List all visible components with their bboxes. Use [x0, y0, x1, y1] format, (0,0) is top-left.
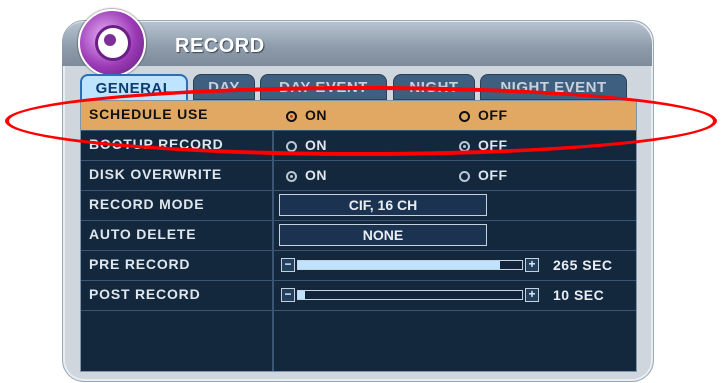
disk-overwrite-on-option[interactable]: ON: [286, 167, 327, 183]
post-record-value: 10 SEC: [553, 287, 605, 303]
radio-unselected-icon: [459, 171, 470, 182]
tab-day-event[interactable]: DAY EVENT: [260, 74, 387, 100]
post-record-fill: [298, 291, 305, 299]
schedule-use-off-option[interactable]: OFF: [459, 107, 508, 123]
row-record-mode: RECORD MODE CIF, 16 CH: [81, 191, 636, 221]
radio-selected-icon: [286, 171, 297, 182]
row-post-record: POST RECORD − + 10 SEC: [81, 281, 636, 311]
window-title: RECORD: [175, 35, 265, 57]
row-pre-record: PRE RECORD − + 265 SEC: [81, 251, 636, 281]
disk-overwrite-label: DISK OVERWRITE: [89, 166, 223, 182]
pre-record-track[interactable]: [297, 260, 523, 270]
post-record-slider[interactable]: − +: [281, 288, 541, 302]
schedule-use-label: SCHEDULE USE: [89, 106, 209, 122]
plus-icon[interactable]: +: [525, 258, 539, 272]
pre-record-fill: [298, 261, 500, 269]
row-auto-delete: AUTO DELETE NONE: [81, 221, 636, 251]
auto-delete-label: AUTO DELETE: [89, 226, 197, 242]
record-mode-label: RECORD MODE: [89, 196, 205, 212]
row-disk-overwrite[interactable]: DISK OVERWRITE ON OFF: [81, 161, 636, 191]
tab-general[interactable]: GENERAL: [80, 74, 188, 102]
bootup-record-off-option[interactable]: OFF: [459, 137, 508, 153]
post-record-track[interactable]: [297, 290, 523, 300]
row-bootup-record[interactable]: BOOTUP RECORD ON OFF: [81, 131, 636, 161]
disk-overwrite-off-option[interactable]: OFF: [459, 167, 508, 183]
settings-panel: SCHEDULE USE ON OFF BOOTUP RECORD ON OFF…: [80, 100, 637, 372]
title-bar: [62, 22, 652, 66]
radio-unselected-icon: [459, 111, 470, 122]
record-mode-select[interactable]: CIF, 16 CH: [279, 194, 487, 216]
schedule-use-on-option[interactable]: ON: [286, 107, 327, 123]
radio-selected-icon: [286, 111, 297, 122]
minus-icon[interactable]: −: [281, 258, 295, 272]
tab-night[interactable]: NIGHT: [393, 74, 475, 100]
radio-selected-icon: [459, 141, 470, 152]
radio-unselected-icon: [286, 141, 297, 152]
minus-icon[interactable]: −: [281, 288, 295, 302]
bootup-record-on-option[interactable]: ON: [286, 137, 327, 153]
plus-icon[interactable]: +: [525, 288, 539, 302]
bootup-record-label: BOOTUP RECORD: [89, 136, 224, 152]
pre-record-label: PRE RECORD: [89, 256, 191, 272]
tab-day[interactable]: DAY: [193, 74, 255, 100]
tab-night-event[interactable]: NIGHT EVENT: [480, 74, 627, 100]
auto-delete-select[interactable]: NONE: [279, 224, 487, 246]
row-schedule-use[interactable]: SCHEDULE USE ON OFF: [81, 101, 636, 131]
record-logo-core: [104, 34, 116, 46]
pre-record-slider[interactable]: − +: [281, 258, 541, 272]
pre-record-value: 265 SEC: [553, 257, 613, 273]
post-record-label: POST RECORD: [89, 286, 201, 302]
